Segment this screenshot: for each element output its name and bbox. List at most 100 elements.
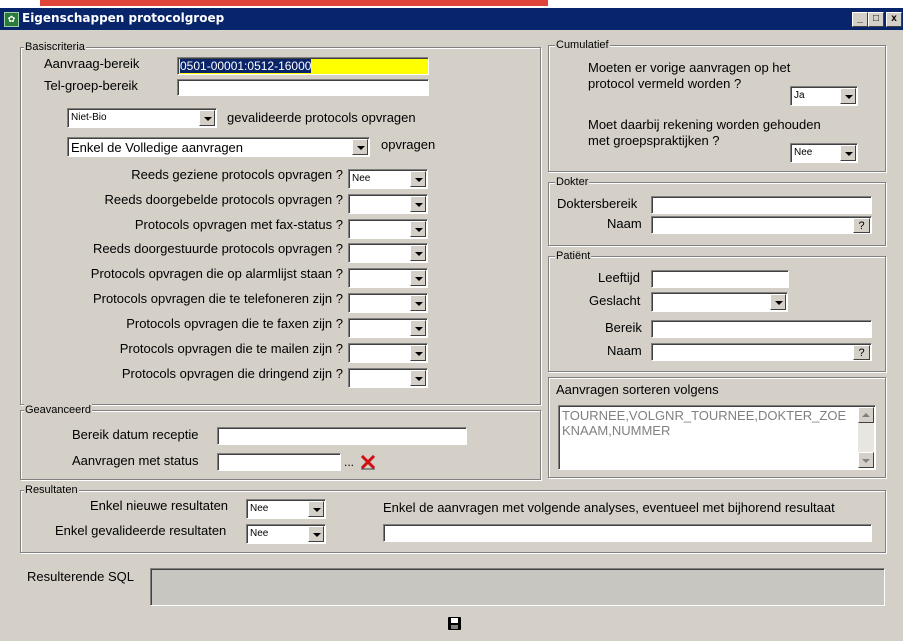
- gevalideerde-resultaten-value: Nee: [250, 528, 269, 539]
- volledig-suffix-label: opvragen: [381, 137, 436, 152]
- groepspraktijken-select[interactable]: Nee: [790, 143, 858, 163]
- title-bar: ✿ Eigenschappen protocolgroep _ □ x: [0, 8, 903, 30]
- chevron-down-icon[interactable]: [410, 245, 426, 261]
- question-label: Protocols opvragen die dringend zijn ?: [121, 366, 343, 381]
- bio-select[interactable]: Niet-Bio: [67, 108, 217, 128]
- telgroep-bereik-label: Tel-groep-bereik: [44, 78, 138, 93]
- question-label: Protocols opvragen die op alarmlijst sta…: [90, 266, 343, 281]
- status-label: Aanvragen met status: [72, 453, 199, 468]
- window-title: Eigenschappen protocolgroep: [22, 11, 225, 25]
- chevron-down-icon[interactable]: [770, 294, 786, 310]
- cumulatief-q1-line2: protocol vermeld worden ?: [588, 76, 742, 91]
- datum-receptie-input[interactable]: [217, 427, 467, 445]
- question-label: Protocols opvragen die te mailen zijn ?: [119, 341, 343, 356]
- chevron-down-icon[interactable]: [840, 145, 856, 161]
- close-button[interactable]: x: [886, 12, 902, 27]
- question-select[interactable]: [348, 243, 428, 263]
- geslacht-select[interactable]: [651, 292, 788, 312]
- dokter-group: [548, 182, 886, 246]
- minimize-button[interactable]: _: [852, 12, 868, 27]
- dokter-legend: Dokter: [555, 176, 590, 188]
- question-select[interactable]: [348, 293, 428, 313]
- scroll-down-icon[interactable]: [858, 452, 874, 468]
- aanvraag-bereik-input[interactable]: 0501-00001:0512-16000: [177, 57, 429, 75]
- dialog-body: Basiscriteria Aanvraag-bereik 0501-00001…: [0, 30, 903, 641]
- bio-suffix-label: gevalideerde protocols opvragen: [227, 110, 416, 125]
- chevron-down-icon[interactable]: [410, 270, 426, 286]
- question-select[interactable]: Nee: [348, 169, 428, 189]
- maximize-button[interactable]: □: [868, 12, 884, 27]
- chevron-down-icon[interactable]: [410, 320, 426, 336]
- question-select[interactable]: [348, 219, 428, 239]
- question-label: Protocols opvragen die te telefoneren zi…: [92, 291, 343, 306]
- chevron-down-icon[interactable]: [352, 139, 368, 155]
- dokter-lookup-button[interactable]: ?: [853, 218, 870, 233]
- question-select[interactable]: [348, 194, 428, 214]
- question-select[interactable]: [348, 368, 428, 388]
- question-label: Reeds doorgebelde protocols opvragen ?: [104, 192, 343, 207]
- chevron-down-icon[interactable]: [308, 526, 324, 542]
- chevron-down-icon[interactable]: [308, 501, 324, 517]
- doktersbereik-input[interactable]: [651, 196, 872, 214]
- cumulatief-legend: Cumulatief: [555, 39, 610, 51]
- geslacht-label: Geslacht: [589, 293, 641, 308]
- floppy-disk-icon: [448, 617, 461, 630]
- scroll-up-icon[interactable]: [858, 407, 874, 423]
- save-button[interactable]: [445, 614, 465, 634]
- sorteren-scrollbar[interactable]: [858, 407, 874, 468]
- cumulatief-q2-line2: met groepspraktijken ?: [588, 133, 720, 148]
- aanvraag-bereik-value: 0501-00001:0512-16000: [180, 59, 312, 73]
- cumulatief-q1-line1: Moeten er vorige aanvragen op het: [588, 60, 791, 75]
- basiscriteria-legend: Basiscriteria: [24, 41, 86, 53]
- nieuwe-resultaten-value: Nee: [250, 503, 269, 514]
- datum-receptie-label: Bereik datum receptie: [72, 427, 199, 442]
- vorige-aanvragen-select[interactable]: Ja: [790, 86, 858, 106]
- question-select[interactable]: [348, 318, 428, 338]
- status-input[interactable]: [217, 453, 341, 471]
- dokter-naam-input[interactable]: [651, 216, 872, 234]
- chevron-down-icon[interactable]: [410, 370, 426, 386]
- vorige-aanvragen-value: Ja: [794, 90, 805, 101]
- sorteren-title: Aanvragen sorteren volgens: [556, 382, 719, 397]
- patient-lookup-button[interactable]: ?: [853, 345, 870, 360]
- cumulatief-q2-line1: Moet daarbij rekening worden gehouden: [588, 117, 821, 132]
- gevalideerde-resultaten-label: Enkel gevalideerde resultaten: [55, 523, 227, 538]
- patient-bereik-label: Bereik: [605, 320, 642, 335]
- status-browse-button[interactable]: ...: [344, 455, 354, 469]
- sorteren-listbox[interactable]: TOURNEE,VOLGNR_TOURNEE,DOKTER_ZOEKNAAM,N…: [558, 405, 876, 470]
- question-label: Protocols opvragen met fax-status ?: [134, 217, 343, 232]
- dokter-naam-label: Naam: [607, 216, 642, 231]
- telgroep-bereik-input[interactable]: [177, 79, 429, 96]
- patient-naam-input[interactable]: [651, 343, 872, 361]
- chevron-down-icon[interactable]: [840, 88, 856, 104]
- chevron-down-icon[interactable]: [410, 171, 426, 187]
- question-label: Reeds geziene protocols opvragen ?: [131, 167, 343, 182]
- chevron-down-icon[interactable]: [410, 196, 426, 212]
- analyses-input[interactable]: [383, 524, 872, 542]
- bio-select-value: Niet-Bio: [71, 112, 107, 123]
- resultaten-legend: Resultaten: [24, 484, 79, 496]
- question-select[interactable]: [348, 268, 428, 288]
- patient-naam-label: Naam: [607, 343, 642, 358]
- patient-legend: Patiënt: [555, 250, 592, 262]
- nieuwe-resultaten-label: Enkel nieuwe resultaten: [90, 498, 229, 513]
- volledig-select[interactable]: Enkel de Volledige aanvragen: [67, 137, 370, 157]
- leeftijd-input[interactable]: [651, 270, 789, 288]
- chevron-down-icon[interactable]: [410, 221, 426, 237]
- leeftijd-label: Leeftijd: [598, 270, 640, 285]
- chevron-down-icon[interactable]: [410, 295, 426, 311]
- question-label: Protocols opvragen die te faxen zijn ?: [126, 316, 343, 331]
- patient-bereik-input[interactable]: [651, 320, 872, 338]
- nieuwe-resultaten-select[interactable]: Nee: [246, 499, 326, 519]
- aanvraag-bereik-label: Aanvraag-bereik: [44, 56, 140, 71]
- question-select[interactable]: [348, 343, 428, 363]
- chevron-down-icon[interactable]: [199, 110, 215, 126]
- volledig-select-value: Enkel de Volledige aanvragen: [71, 140, 244, 155]
- groepspraktijken-value: Nee: [794, 147, 813, 158]
- sql-output: [150, 568, 885, 606]
- doktersbereik-label: Doktersbereik: [557, 196, 638, 211]
- chevron-down-icon[interactable]: [410, 345, 426, 361]
- app-icon: ✿: [4, 12, 19, 27]
- red-x-icon[interactable]: [360, 454, 376, 470]
- gevalideerde-resultaten-select[interactable]: Nee: [246, 524, 326, 544]
